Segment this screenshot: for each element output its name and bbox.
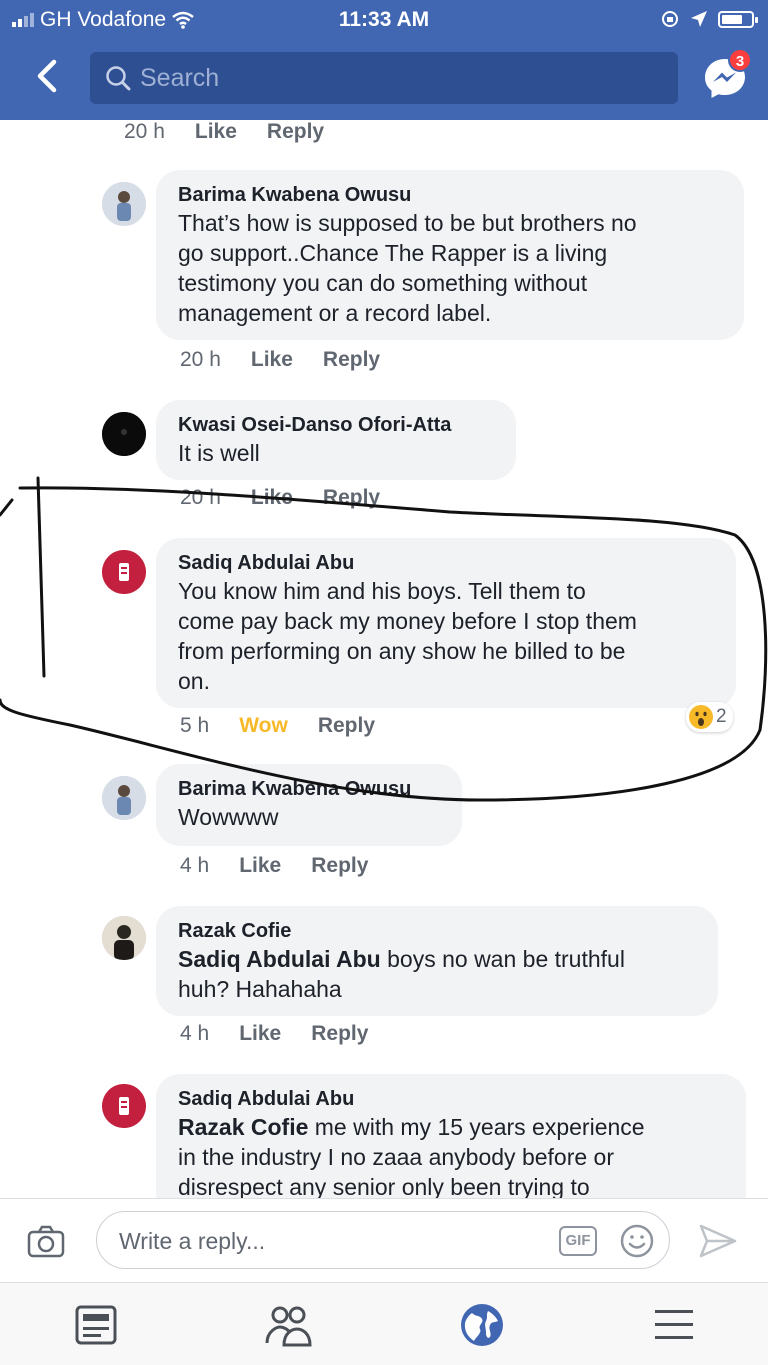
comment-actions: 4 h Like Reply (180, 1022, 368, 1046)
comment-actions: 4 h Like Reply (180, 854, 368, 878)
reply-button[interactable]: Reply (318, 714, 375, 738)
like-button[interactable]: Like (239, 1022, 281, 1046)
comment-time: 20 h (124, 120, 165, 143)
comment-text: boys no wan be truthful (380, 946, 625, 972)
avatar[interactable] (102, 412, 146, 456)
person-photo-icon (102, 182, 146, 226)
avatar[interactable] (102, 776, 146, 820)
like-button[interactable]: Like (195, 120, 237, 144)
like-button[interactable]: Like (239, 854, 281, 878)
comment-line: come pay back my money before I stop the… (178, 608, 637, 634)
comment-actions: 5 h Wow Reply (180, 714, 375, 738)
top-bar: GH Vodafone 11:33 AM 3 (0, 0, 768, 120)
comment-line: It is well (178, 440, 260, 466)
comment-line: disrespect any senior only been trying t… (178, 1174, 590, 1198)
like-button[interactable]: Like (251, 486, 293, 510)
menu-icon[interactable] (650, 1301, 698, 1349)
comment-bubble: Razak Cofie Sadiq Abdulai Abu boys no wa… (156, 906, 718, 1016)
reply-field[interactable]: GIF (96, 1211, 670, 1269)
globe-icon[interactable] (458, 1301, 506, 1349)
comment-line: You know him and his boys. Tell them to (178, 578, 586, 604)
mention-link[interactable]: Sadiq Abdulai Abu (178, 946, 381, 972)
send-icon[interactable] (698, 1223, 738, 1259)
person-photo-icon (102, 916, 146, 960)
comment-author[interactable]: Sadiq Abdulai Abu (178, 1086, 724, 1112)
comment-actions: 20 h Like Reply (180, 486, 380, 510)
comment-time: 20 h (180, 486, 221, 509)
reaction-count: 2 (716, 706, 727, 727)
brand-logo-icon (102, 1084, 146, 1128)
status-time: 11:33 AM (338, 8, 430, 31)
comment-author[interactable]: Sadiq Abdulai Abu (178, 550, 714, 576)
back-arrow-icon[interactable] (28, 56, 68, 96)
nav-row: 3 (0, 40, 768, 120)
comment-line: testimony you can do something without (178, 270, 588, 296)
comment-line: from performing on any show he billed to… (178, 638, 626, 664)
comment-time: 20 h (180, 348, 221, 371)
status-bar: GH Vodafone 11:33 AM (0, 0, 768, 40)
comment-time: 5 h (180, 714, 210, 737)
comment-actions: 20 h Like Reply (124, 120, 324, 144)
comment-time: 4 h (180, 1022, 210, 1045)
reply-button[interactable]: Reply (311, 854, 368, 878)
news-feed-icon[interactable] (72, 1301, 120, 1349)
comment-author[interactable]: Barima Kwabena Owusu (178, 182, 722, 208)
search-input[interactable] (140, 60, 660, 96)
reply-button[interactable]: Reply (311, 1022, 368, 1046)
comment-bubble: Barima Kwabena Owusu Wowwww (156, 764, 462, 846)
comment-text: me with my 15 years experience (308, 1114, 645, 1140)
search-icon (106, 66, 131, 91)
avatar[interactable] (102, 1084, 146, 1128)
comment-author[interactable]: Kwasi Osei-Danso Ofori-Atta (178, 412, 494, 438)
search-bar[interactable] (90, 52, 678, 104)
comment-actions: 20 h Like Reply (180, 348, 380, 372)
comment-bubble: Barima Kwabena Owusu That’s how is suppo… (156, 170, 744, 340)
messenger-badge: 3 (728, 48, 752, 72)
comment-line: huh? Hahahaha (178, 976, 342, 1002)
reply-button[interactable]: Reply (267, 120, 324, 144)
comment-author[interactable]: Razak Cofie (178, 918, 696, 944)
comment-bubble: Sadiq Abdulai Abu You know him and his b… (156, 538, 736, 708)
comment-line: in the industry I no zaaa anybody before… (178, 1144, 615, 1170)
wow-emoji-icon (689, 705, 713, 729)
emoji-icon[interactable] (619, 1223, 655, 1259)
person-photo-icon (102, 412, 146, 456)
comment-line: That’s how is supposed to be but brother… (178, 210, 637, 236)
comment-line: management or a record label. (178, 300, 492, 326)
reply-input[interactable] (119, 1224, 539, 1258)
reply-button[interactable]: Reply (323, 348, 380, 372)
status-right (660, 9, 758, 29)
camera-icon[interactable] (26, 1223, 66, 1259)
comment-line: on. (178, 668, 210, 694)
friends-icon[interactable] (264, 1301, 312, 1349)
avatar[interactable] (102, 916, 146, 960)
mention-link[interactable]: Razak Cofie (178, 1114, 308, 1140)
like-button[interactable]: Like (251, 348, 293, 372)
reaction-summary[interactable]: 2 (686, 702, 733, 732)
brand-logo-icon (102, 550, 146, 594)
comment-line: Wowwww (178, 804, 279, 830)
comment-bubble: Kwasi Osei-Danso Ofori-Atta It is well (156, 400, 516, 480)
person-photo-icon (102, 776, 146, 820)
orientation-lock-icon (662, 11, 678, 27)
bottom-tab-bar (0, 1282, 768, 1365)
comment-thread: 20 h Like Reply Barima Kwabena Owusu Tha… (0, 120, 768, 1198)
comment-bubble: Sadiq Abdulai Abu Razak Cofie me with my… (156, 1074, 746, 1198)
reply-button[interactable]: Reply (323, 486, 380, 510)
wow-reaction-button[interactable]: Wow (239, 714, 288, 738)
comment-time: 4 h (180, 854, 210, 877)
battery-icon (718, 10, 758, 28)
comment-line: Sadiq Abdulai Abu boys no wan be truthfu… (178, 944, 696, 974)
gif-button[interactable]: GIF (559, 1226, 597, 1256)
comment-author[interactable]: Barima Kwabena Owusu (178, 776, 440, 802)
comment-line: Razak Cofie me with my 15 years experien… (178, 1112, 724, 1142)
avatar[interactable] (102, 550, 146, 594)
avatar[interactable] (102, 182, 146, 226)
location-arrow-icon (691, 11, 707, 27)
reply-composer: GIF (0, 1198, 768, 1282)
comment-line: go support..Chance The Rapper is a livin… (178, 240, 608, 266)
